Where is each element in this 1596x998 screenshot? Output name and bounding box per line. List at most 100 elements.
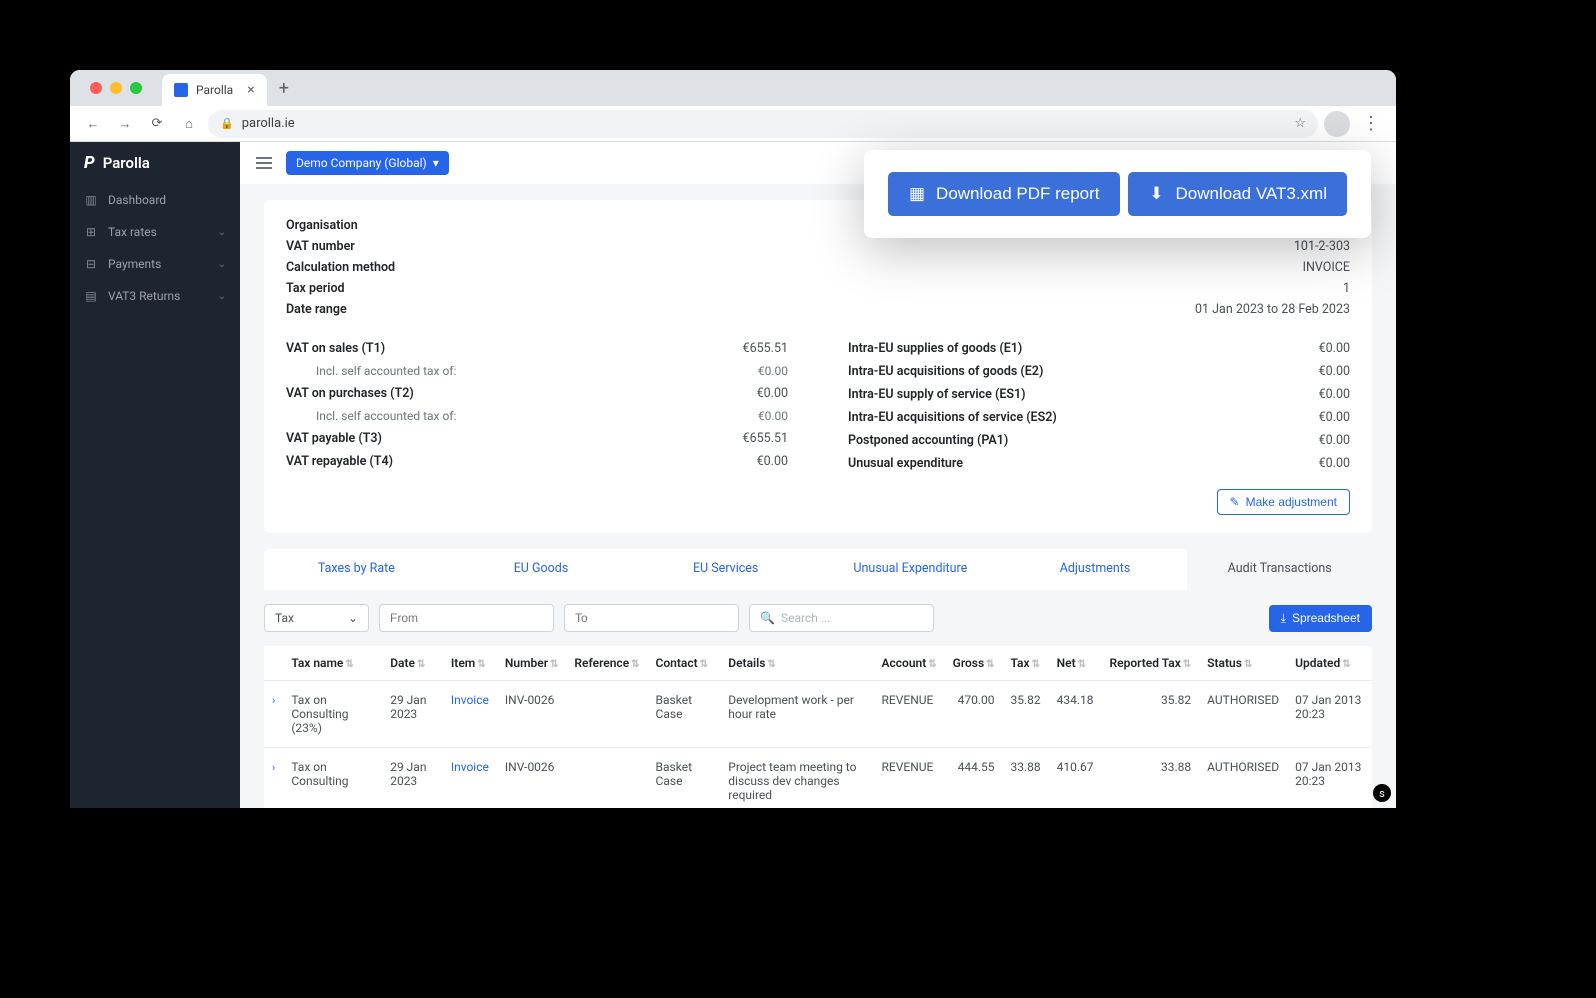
tab-eu-goods[interactable]: EU Goods [449, 549, 634, 590]
profile-avatar[interactable] [1324, 111, 1350, 137]
omnibox[interactable]: 🔒 parolla.ie ☆ [208, 110, 1318, 138]
cell-status: AUTHORISED [1199, 748, 1287, 809]
brand[interactable]: P Parolla [70, 142, 240, 184]
forward-button[interactable]: → [112, 111, 138, 137]
hamburger-menu-icon[interactable] [256, 157, 272, 169]
cell-gross: 444.55 [945, 748, 1003, 809]
sidebar-item-vat3-returns[interactable]: ▤ VAT3 Returns ⌄ [70, 280, 240, 312]
download-pdf-button[interactable]: ▦ Download PDF report [888, 172, 1119, 216]
home-button[interactable]: ⌂ [176, 111, 202, 137]
vat-number-label: VAT number [286, 239, 1175, 254]
tabs: Taxes by RateEU GoodsEU ServicesUnusual … [264, 549, 1372, 590]
new-tab-button[interactable]: + [267, 78, 301, 99]
vat-label: VAT on purchases (T2) [286, 386, 414, 401]
vat-value: €0.00 [757, 386, 788, 401]
back-button[interactable]: ← [80, 111, 106, 137]
cell-updated: 07 Jan 2013 20:23 [1287, 681, 1372, 748]
tab-unusual-expenditure[interactable]: Unusual Expenditure [818, 549, 1003, 590]
cell-item-link[interactable]: Invoice [451, 760, 489, 774]
close-window-icon[interactable] [90, 82, 102, 94]
vat-value: €0.00 [1319, 433, 1350, 448]
column-header[interactable]: Tax⇅ [1003, 646, 1049, 681]
column-header[interactable]: Status⇅ [1199, 646, 1287, 681]
column-header[interactable]: Details⇅ [720, 646, 873, 681]
vat-value: €0.00 [1319, 341, 1350, 356]
maximize-window-icon[interactable] [130, 82, 142, 94]
vat-label: VAT repayable (T4) [286, 454, 393, 469]
vat-label: Incl. self accounted tax of: [286, 364, 456, 378]
tab-audit-transactions[interactable]: Audit Transactions [1187, 549, 1372, 590]
vat-row: VAT on sales (T1)€655.51 [286, 337, 788, 360]
reload-button[interactable]: ⟳ [144, 111, 170, 137]
expand-row-icon[interactable]: › [272, 761, 275, 774]
tax-period-value: 1 [1195, 281, 1350, 296]
tab-eu-services[interactable]: EU Services [633, 549, 818, 590]
tax-filter-select[interactable]: Tax ⌄ [264, 604, 369, 632]
column-header[interactable]: Contact⇅ [648, 646, 721, 681]
sort-icon: ⇅ [767, 659, 775, 670]
cell-reported-tax: 33.88 [1102, 748, 1200, 809]
cell-number: INV-0026 [497, 748, 567, 809]
download-xml-button[interactable]: ⬇ Download VAT3.xml [1128, 172, 1347, 216]
cell-date: 29 Jan 2023 [382, 748, 443, 809]
expand-row-icon[interactable]: › [272, 694, 275, 707]
column-header[interactable]: Updated⇅ [1287, 646, 1372, 681]
column-header[interactable]: Date⇅ [382, 646, 443, 681]
browser-tab[interactable]: Parolla × [162, 74, 267, 106]
sidebar-item-dashboard[interactable]: ▥ Dashboard [70, 184, 240, 216]
main-content: Demo Company (Global) ▾ Organisation Dem… [240, 142, 1396, 808]
vat-row: Intra-EU supply of service (ES1)€0.00 [848, 383, 1350, 406]
column-header[interactable]: Gross⇅ [945, 646, 1003, 681]
sidebar-item-payments[interactable]: ⊟ Payments ⌄ [70, 248, 240, 280]
sort-icon: ⇅ [345, 659, 353, 670]
company-selector[interactable]: Demo Company (Global) ▾ [286, 151, 449, 175]
cell-details: Development work - per hour rate [720, 681, 873, 748]
vat-label: Postponed accounting (PA1) [848, 433, 1008, 448]
from-date-input[interactable] [379, 604, 554, 632]
column-header[interactable]: Net⇅ [1049, 646, 1102, 681]
debug-badge-icon[interactable]: s [1373, 784, 1391, 802]
tab-adjustments[interactable]: Adjustments [1003, 549, 1188, 590]
tax-period-label: Tax period [286, 281, 1175, 296]
bookmark-icon[interactable]: ☆ [1294, 116, 1306, 131]
cell-details: Project team meeting to discuss dev chan… [720, 748, 873, 809]
cell-account: REVENUE [874, 748, 945, 809]
sort-icon: ⇅ [1244, 659, 1252, 670]
vat-label: VAT on sales (T1) [286, 341, 385, 356]
app-root: P Parolla ▥ Dashboard ⊞ Tax rates ⌄ ⊟ Pa… [70, 142, 1396, 808]
export-icon: ⤓ [1281, 611, 1286, 626]
company-name: Demo Company (Global) [296, 156, 427, 170]
cell-net: 434.18 [1049, 681, 1102, 748]
cell-tax: 35.82 [1003, 681, 1049, 748]
cell-net: 410.67 [1049, 748, 1102, 809]
tax-filter-placeholder: Tax [275, 611, 294, 625]
browser-menu-icon[interactable]: ⋮ [1356, 113, 1386, 134]
search-placeholder: Search ... [781, 611, 830, 625]
tab-bar: Parolla × + [70, 70, 1396, 106]
column-header[interactable]: Number⇅ [497, 646, 567, 681]
column-header[interactable]: Reported Tax⇅ [1102, 646, 1200, 681]
page-content: Organisation Demo Company (Global) VAT n… [240, 184, 1396, 808]
column-header[interactable]: Item⇅ [443, 646, 497, 681]
download-pdf-label: Download PDF report [936, 184, 1099, 204]
vat-value: €0.00 [1319, 364, 1350, 379]
close-tab-icon[interactable]: × [247, 82, 254, 98]
vat-row: Incl. self accounted tax of:€0.00 [286, 405, 788, 427]
date-range-value: 01 Jan 2023 to 28 Feb 2023 [1195, 302, 1350, 317]
cell-item-link[interactable]: Invoice [451, 693, 489, 707]
vat-value: €0.00 [1319, 387, 1350, 402]
column-header[interactable]: Reference⇅ [566, 646, 647, 681]
to-date-input[interactable] [564, 604, 739, 632]
search-input[interactable]: 🔍 Search ... [749, 604, 934, 632]
column-header[interactable]: Tax name⇅ [283, 646, 382, 681]
sidebar-item-tax-rates[interactable]: ⊞ Tax rates ⌄ [70, 216, 240, 248]
vat-value: €0.00 [1319, 410, 1350, 425]
tab-taxes-by-rate[interactable]: Taxes by Rate [264, 549, 449, 590]
vat-value: €0.00 [758, 409, 788, 423]
minimize-window-icon[interactable] [110, 82, 122, 94]
make-adjustment-button[interactable]: ✎ Make adjustment [1217, 489, 1350, 515]
sort-icon: ⇅ [1078, 659, 1086, 670]
sidebar: P Parolla ▥ Dashboard ⊞ Tax rates ⌄ ⊟ Pa… [70, 142, 240, 808]
column-header[interactable]: Account⇅ [874, 646, 945, 681]
spreadsheet-button[interactable]: ⤓ Spreadsheet [1269, 605, 1372, 632]
